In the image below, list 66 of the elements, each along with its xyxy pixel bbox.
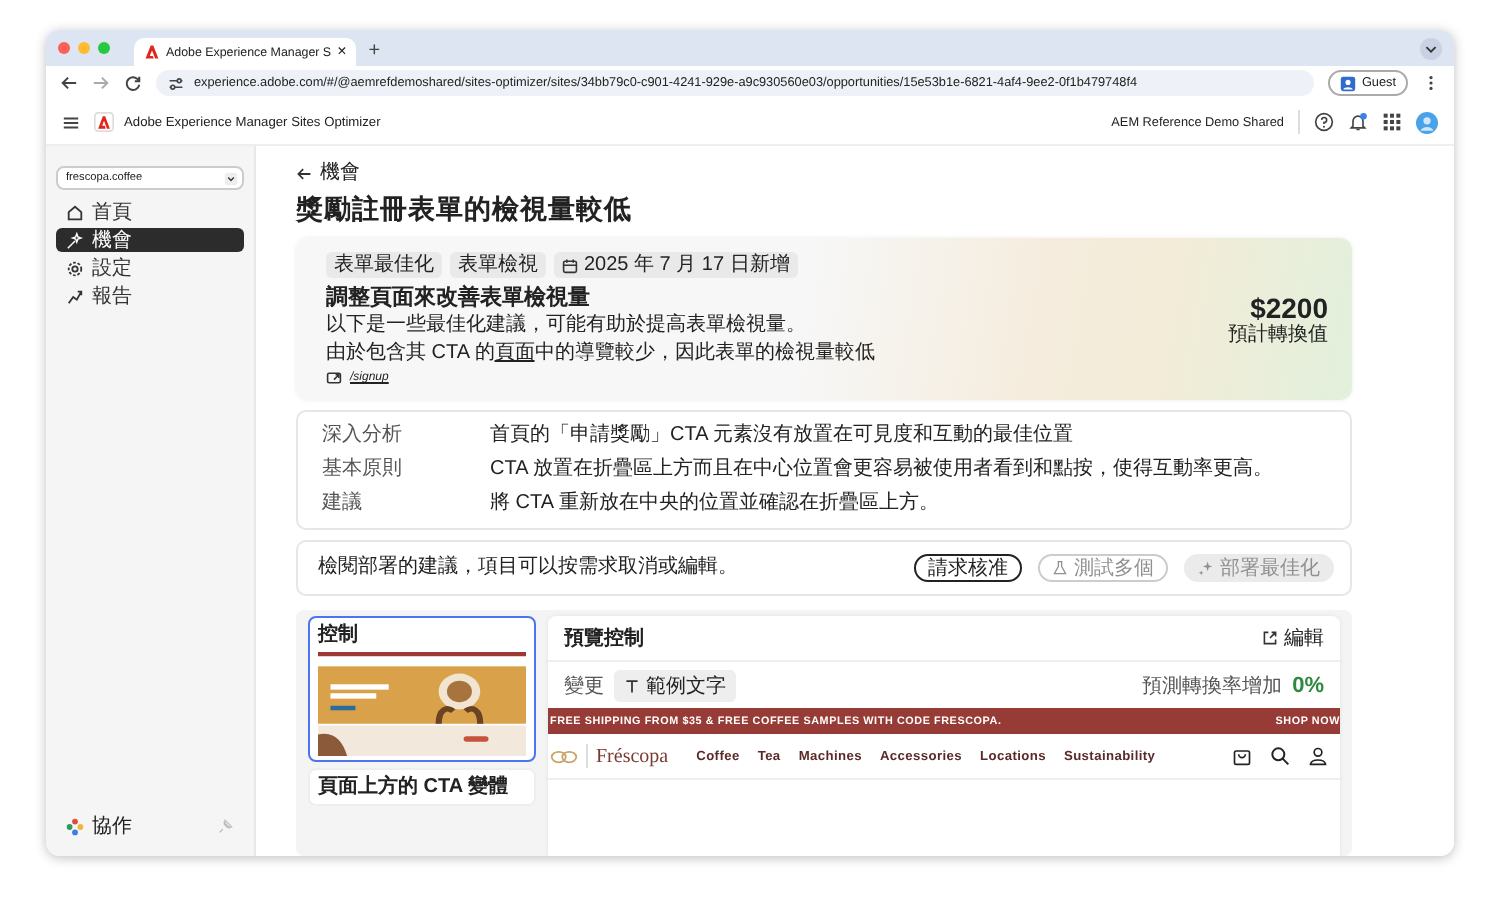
conversion-lift-value: 0% bbox=[1292, 673, 1324, 697]
insight-text: 將 CTA 重新放在中央的位置並確認在折疊區上方。 bbox=[490, 492, 939, 516]
adobe-logo-icon bbox=[94, 112, 114, 132]
sidebar-item[interactable]: 報告 bbox=[56, 284, 244, 308]
help-icon[interactable] bbox=[1314, 112, 1334, 132]
brand-logo[interactable]: Fréscopa bbox=[596, 745, 669, 767]
user-avatar-icon[interactable] bbox=[1416, 111, 1438, 133]
open-external-icon bbox=[1262, 630, 1278, 646]
opportunity-reason: 由於包含其 CTA 的頁面中的導覽較少，因此表單的檢視量較低 bbox=[326, 342, 877, 366]
new-tab-button[interactable]: + bbox=[368, 38, 381, 66]
change-chip[interactable]: 範例文字 bbox=[614, 669, 736, 701]
report-icon bbox=[66, 287, 84, 305]
sidebar-item[interactable]: 設定 bbox=[56, 256, 244, 280]
page-title: 獎勵註冊表單的檢視量較低 bbox=[296, 192, 634, 226]
tab-list-chevron-icon[interactable] bbox=[1420, 37, 1442, 59]
search-icon[interactable] bbox=[1270, 746, 1290, 766]
home-icon bbox=[66, 203, 84, 221]
variant-card[interactable]: 控制 bbox=[308, 616, 536, 762]
category-tag: 表單最佳化 bbox=[326, 252, 442, 278]
coffee-beans-logo-icon bbox=[550, 747, 578, 765]
projected-value: $2200 bbox=[1250, 292, 1328, 324]
deploy-note: 檢閱部署的建議，項目可以按需求取消或編輯。 bbox=[318, 556, 738, 580]
sidebar-item[interactable]: 首頁 bbox=[56, 200, 244, 224]
opportunity-description: 以下是一些最佳化建議，可能有助於提高表單檢視量。 bbox=[326, 314, 808, 338]
variant-label: 控制 bbox=[318, 624, 360, 648]
insight-text: 首頁的「申請獎勵」CTA 元素沒有放置在可見度和互動的最佳位置 bbox=[490, 424, 1073, 448]
text-icon bbox=[624, 677, 640, 693]
preview-title: 預覽控制 bbox=[564, 625, 644, 652]
close-tab-button[interactable]: × bbox=[337, 44, 347, 60]
insight-text: CTA 放置在折疊區上方而且在中心位置會更容易被使用者看到和點按，使得互動率更高。 bbox=[490, 458, 1273, 482]
variant-label: 頁面上方的 CTA 變體 bbox=[318, 776, 510, 800]
back-arrow-icon bbox=[296, 166, 312, 182]
menu-icon[interactable] bbox=[62, 113, 80, 131]
flask-icon bbox=[1052, 560, 1068, 576]
variant-card[interactable]: 頁面上方的 CTA 變體 bbox=[308, 768, 536, 806]
back-arrow-icon[interactable] bbox=[60, 74, 78, 92]
page-link[interactable]: 頁面 bbox=[494, 342, 535, 364]
shopping-bag-icon[interactable] bbox=[1232, 746, 1252, 766]
adobe-logo-icon bbox=[144, 44, 160, 60]
chevron-down-icon bbox=[224, 171, 238, 185]
sidebar-item[interactable]: 機會 bbox=[56, 228, 244, 252]
edit-button[interactable]: 編輯 bbox=[1262, 624, 1324, 652]
opportunity-title: 調整頁面來改善表單檢視量 bbox=[326, 286, 592, 312]
insight-label: 建議 bbox=[322, 492, 364, 516]
profile-icon bbox=[1339, 75, 1356, 91]
request-approval-button[interactable]: 請求核准 bbox=[914, 554, 1022, 582]
calendar-icon bbox=[562, 257, 578, 273]
user-icon[interactable] bbox=[1308, 746, 1328, 766]
sparkle-icon bbox=[1198, 560, 1214, 576]
back-link[interactable]: 機會 bbox=[296, 162, 360, 186]
site-settings-icon[interactable] bbox=[168, 75, 184, 91]
date-text: 2025 年 7 月 17 日新增 bbox=[584, 252, 790, 278]
reload-icon[interactable] bbox=[124, 74, 142, 92]
insight-label: 深入分析 bbox=[322, 424, 404, 448]
category-tag: 表單檢視 bbox=[450, 252, 546, 278]
insight-label: 基本原則 bbox=[322, 458, 404, 482]
sparkle-icon bbox=[66, 231, 84, 249]
notification-bell-icon[interactable] bbox=[1348, 112, 1368, 132]
collaboration-link[interactable]: 協作 bbox=[92, 812, 132, 840]
page-icon bbox=[326, 370, 342, 386]
change-label: 變更 bbox=[564, 673, 604, 699]
settings-icon bbox=[66, 259, 84, 277]
collaboration-icon bbox=[66, 817, 84, 835]
apps-grid-icon[interactable] bbox=[1382, 112, 1402, 132]
conversion-lift-label: 預測轉換率增加 bbox=[1142, 673, 1283, 699]
projected-value-label: 預計轉換值 bbox=[1228, 324, 1328, 348]
